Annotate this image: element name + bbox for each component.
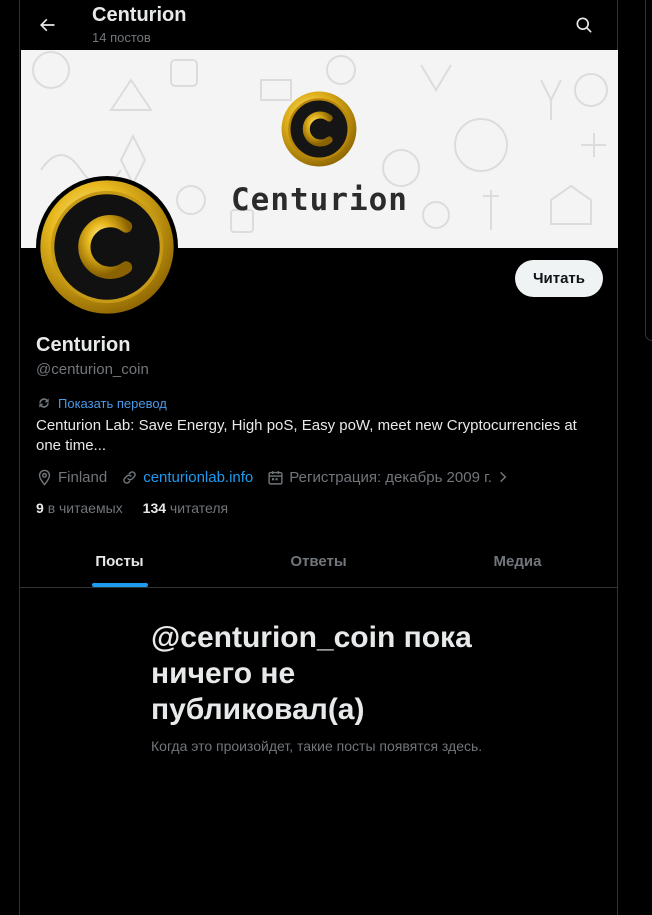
empty-state-title: @centurion_coin пока ничего не публикова…	[151, 621, 472, 726]
profile-column: Centurion 14 постов Centurion Читать Cen…	[19, 0, 618, 915]
join-date-text: Регистрация: декабрь 2009 г.	[289, 468, 492, 486]
avatar[interactable]	[36, 176, 178, 318]
followers-count: 134	[142, 500, 167, 516]
top-bar: Centurion 14 постов	[20, 0, 617, 50]
chevron-right-icon	[500, 471, 507, 483]
translate-icon	[36, 395, 52, 411]
followers-label: читателя	[169, 500, 229, 516]
back-arrow-icon[interactable]	[34, 12, 60, 38]
followers-stat[interactable]: 134 читателя	[143, 500, 228, 516]
tab-media[interactable]: Медиа	[418, 535, 617, 587]
empty-state-subtitle: Когда это произойдет, такие посты появят…	[151, 738, 483, 754]
display-name: Centurion	[36, 334, 131, 356]
link-icon	[123, 470, 136, 484]
translate-label: Показать перевод	[58, 395, 167, 411]
header-title: Centurion	[92, 4, 187, 26]
banner-coin-logo	[281, 91, 357, 167]
location-pin-icon	[38, 469, 51, 486]
join-date[interactable]: Регистрация: декабрь 2009 г.	[267, 469, 515, 486]
handle: @centurion_coin	[36, 361, 149, 378]
location: Finland	[36, 469, 107, 486]
tab-replies[interactable]: Ответы	[219, 535, 418, 587]
website-link[interactable]: centurionlab.info	[143, 469, 253, 486]
search-icon[interactable]	[571, 12, 597, 38]
follow-button[interactable]: Читать	[515, 260, 603, 297]
calendar-icon	[268, 470, 283, 485]
following-count: 9	[36, 500, 44, 516]
bio: Centurion Lab: Save Energy, High poS, Ea…	[36, 417, 577, 454]
adjacent-panel-edge	[645, 0, 652, 341]
posts-count: 14 постов	[92, 30, 151, 45]
profile-tabs: Посты Ответы Медиа	[20, 535, 617, 588]
show-translation-link[interactable]: Показать перевод	[36, 395, 167, 411]
location-text: Finland	[58, 468, 108, 486]
following-label: в читаемых	[47, 500, 123, 516]
tab-posts[interactable]: Посты	[20, 535, 219, 587]
website[interactable]: centurionlab.info	[121, 469, 253, 486]
following-stat[interactable]: 9 в читаемых	[36, 500, 123, 516]
profile-meta: Finland centurionlab.info Регистрация: д…	[36, 466, 529, 488]
follow-stats: 9 в читаемых 134 читателя	[36, 500, 248, 516]
